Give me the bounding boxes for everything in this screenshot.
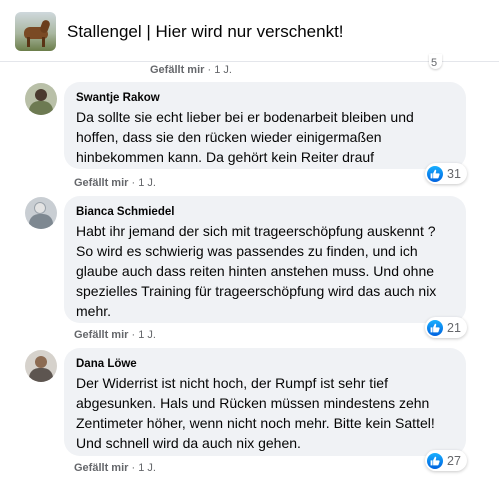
comment-bubble: Dana Löwe Der Widerrist ist nicht hoch, … xyxy=(64,348,466,456)
like-link[interactable]: Gefällt mir xyxy=(74,329,128,341)
avatar[interactable] xyxy=(25,350,57,382)
comment-time[interactable]: 1 J. xyxy=(138,177,156,189)
reaction-count: 5 xyxy=(431,57,438,69)
meta-separator: · xyxy=(204,64,215,76)
reaction-badge[interactable]: 27 xyxy=(425,450,467,471)
avatar-head-shape xyxy=(35,356,47,368)
avatar-body-shape xyxy=(29,368,53,382)
comment-text: Da sollte sie echt lieber bei er bodenar… xyxy=(76,109,414,165)
comment-meta: Gefällt mir · 1 J. xyxy=(74,177,156,189)
meta-separator: · xyxy=(128,329,139,341)
comment-text: Der Widerrist ist nicht hoch, der Rumpf … xyxy=(76,375,435,451)
reaction-count: 31 xyxy=(447,166,461,181)
group-title[interactable]: Stallengel | Hier wird nur verschenkt! xyxy=(67,22,344,42)
comment-author[interactable]: Dana Löwe xyxy=(76,356,454,372)
like-link[interactable]: Gefällt mir xyxy=(74,462,128,474)
comment: Swantje Rakow Da sollte sie echt lieber … xyxy=(0,82,499,194)
meta-separator: · xyxy=(128,462,139,474)
comment-meta: Gefällt mir · 1 J. xyxy=(74,462,156,474)
like-thumb-icon xyxy=(427,452,443,469)
comment-author[interactable]: Bianca Schmiedel xyxy=(76,204,454,220)
reaction-badge[interactable]: 31 xyxy=(425,163,467,184)
comment-bubble: Swantje Rakow Da sollte sie echt lieber … xyxy=(64,82,466,169)
reaction-count: 27 xyxy=(447,453,461,468)
comment-author[interactable]: Swantje Rakow xyxy=(76,90,454,106)
group-header: Stallengel | Hier wird nur verschenkt! xyxy=(0,0,499,62)
group-avatar[interactable] xyxy=(15,12,56,51)
like-thumb-icon xyxy=(427,165,443,182)
comment-meta: Gefällt mir · 1 J. xyxy=(74,329,156,341)
comment: Dana Löwe Der Widerrist ist nicht hoch, … xyxy=(0,348,499,484)
avatar-body-shape xyxy=(29,214,53,229)
horse-neck-shape xyxy=(39,19,51,34)
like-thumb-icon xyxy=(427,319,443,336)
comment: Bianca Schmiedel Habt ihr jemand der sic… xyxy=(0,196,499,346)
reaction-count: 21 xyxy=(447,320,461,335)
like-link[interactable]: Gefällt mir xyxy=(150,64,204,76)
previous-reaction-badge[interactable]: 5 xyxy=(429,54,443,69)
comment-time[interactable]: 1 J. xyxy=(214,64,232,76)
avatar[interactable] xyxy=(25,197,57,229)
previous-comment-meta: Gefällt mir · 1 J. xyxy=(150,64,232,76)
avatar-head-shape xyxy=(34,202,46,214)
horse-leg-shape xyxy=(27,37,30,47)
comment-time[interactable]: 1 J. xyxy=(138,329,156,341)
comment-text: Habt ihr jemand der sich mit trageerschö… xyxy=(76,223,437,319)
avatar-body-shape xyxy=(29,101,53,115)
horse-leg-shape xyxy=(42,37,45,47)
reaction-badge[interactable]: 21 xyxy=(425,317,467,338)
meta-separator: · xyxy=(128,177,139,189)
avatar[interactable] xyxy=(25,83,57,115)
comment-bubble: Bianca Schmiedel Habt ihr jemand der sic… xyxy=(64,196,466,323)
comment-time[interactable]: 1 J. xyxy=(138,462,156,474)
avatar-head-shape xyxy=(35,89,47,101)
like-link[interactable]: Gefällt mir xyxy=(74,177,128,189)
